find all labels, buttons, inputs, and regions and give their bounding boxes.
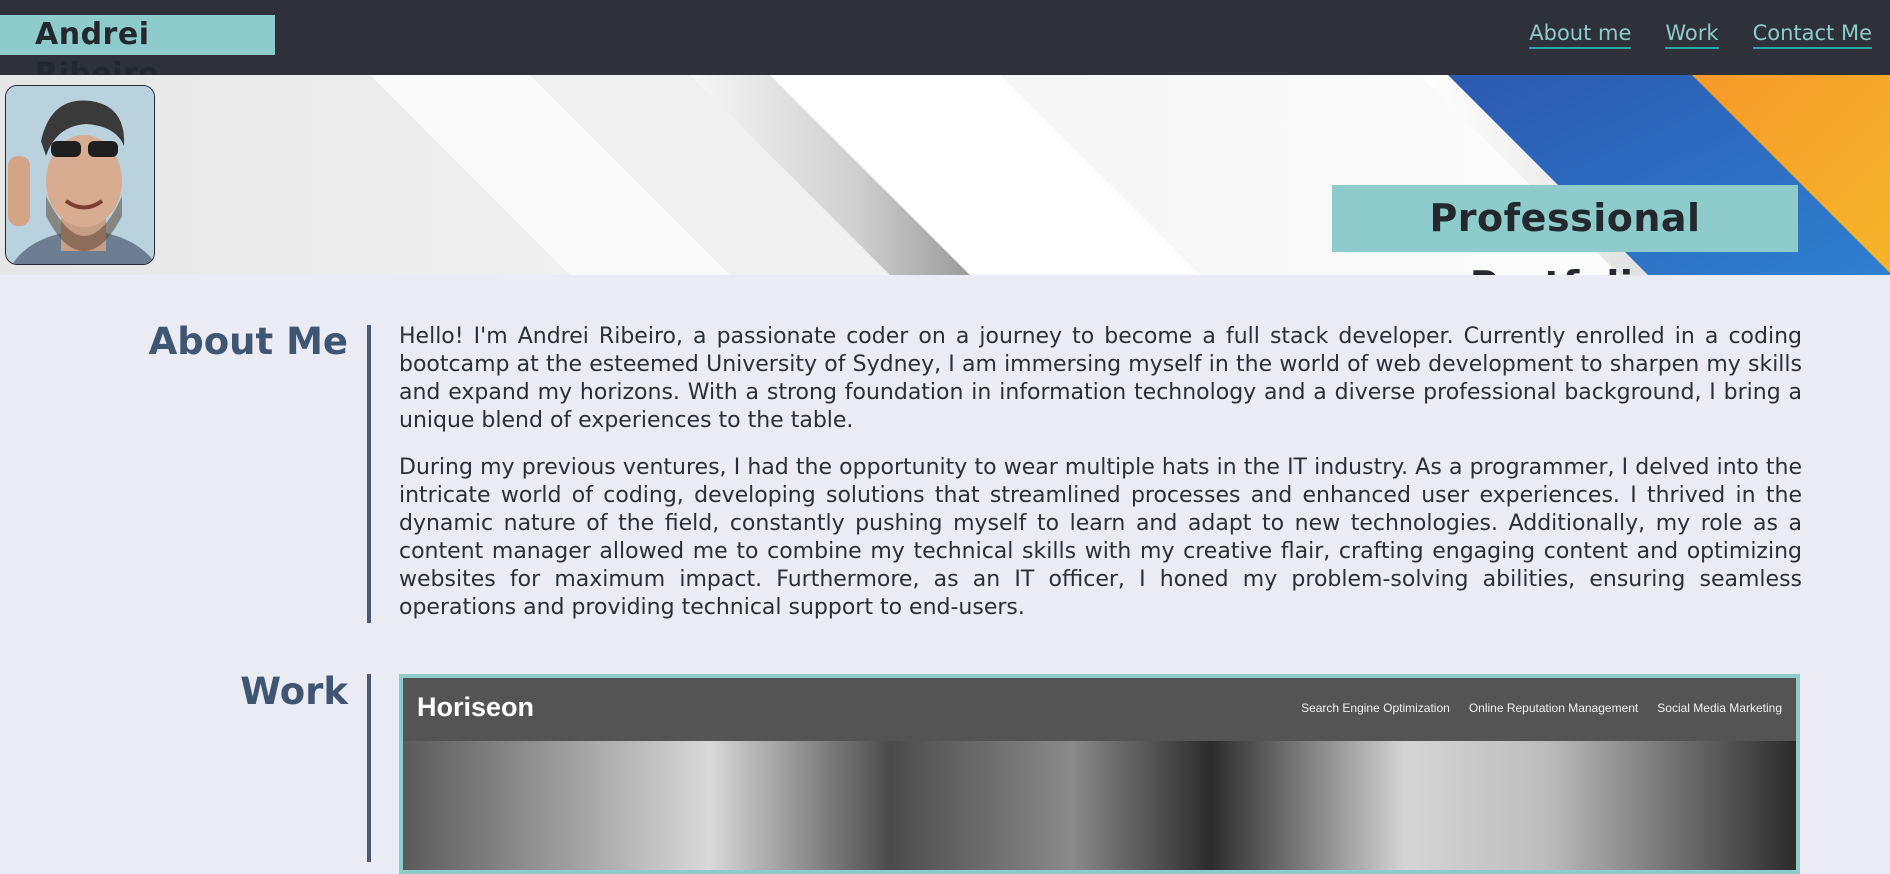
about-divider: [367, 325, 371, 623]
main-nav: About me Work Contact Me: [1529, 20, 1872, 49]
project-screenshot-header: Horiseon Search Engine Optimization Onli…: [403, 678, 1796, 741]
work-heading: Work: [240, 670, 348, 713]
work-project-card[interactable]: Horiseon Search Engine Optimization Onli…: [399, 674, 1800, 874]
profile-photo-illustration: [6, 86, 154, 264]
project-screenshot-image: [403, 741, 1796, 870]
project-nav-item: Online Reputation Management: [1468, 701, 1639, 715]
project-logo: Horiseon: [417, 692, 535, 722]
project-nav-item: Search Engine Optimization: [1301, 701, 1450, 715]
nav-link-work[interactable]: Work: [1665, 20, 1719, 49]
about-text: Hello! I'm Andrei Ribeiro, a passionate …: [399, 323, 1802, 641]
site-header: Andrei Ribeiro About me Work Contact Me: [0, 0, 1890, 92]
nav-link-contact[interactable]: Contact Me: [1752, 20, 1872, 49]
project-nav: Search Engine Optimization Online Reputa…: [1301, 701, 1782, 715]
about-paragraph-2: During my previous ventures, I had the o…: [399, 455, 1802, 620]
about-heading: About Me: [148, 320, 348, 363]
work-divider: [367, 674, 371, 862]
profile-avatar: [5, 85, 155, 265]
hero-title: Professional Portfolio: [1332, 185, 1798, 275]
hero-banner: Professional Portfolio: [0, 75, 1890, 275]
about-paragraph-1: Hello! I'm Andrei Ribeiro, a passionate …: [399, 324, 1802, 433]
site-name: Andrei Ribeiro: [0, 15, 275, 92]
project-nav-item: Social Media Marketing: [1657, 701, 1782, 715]
nav-link-about[interactable]: About me: [1529, 20, 1632, 49]
